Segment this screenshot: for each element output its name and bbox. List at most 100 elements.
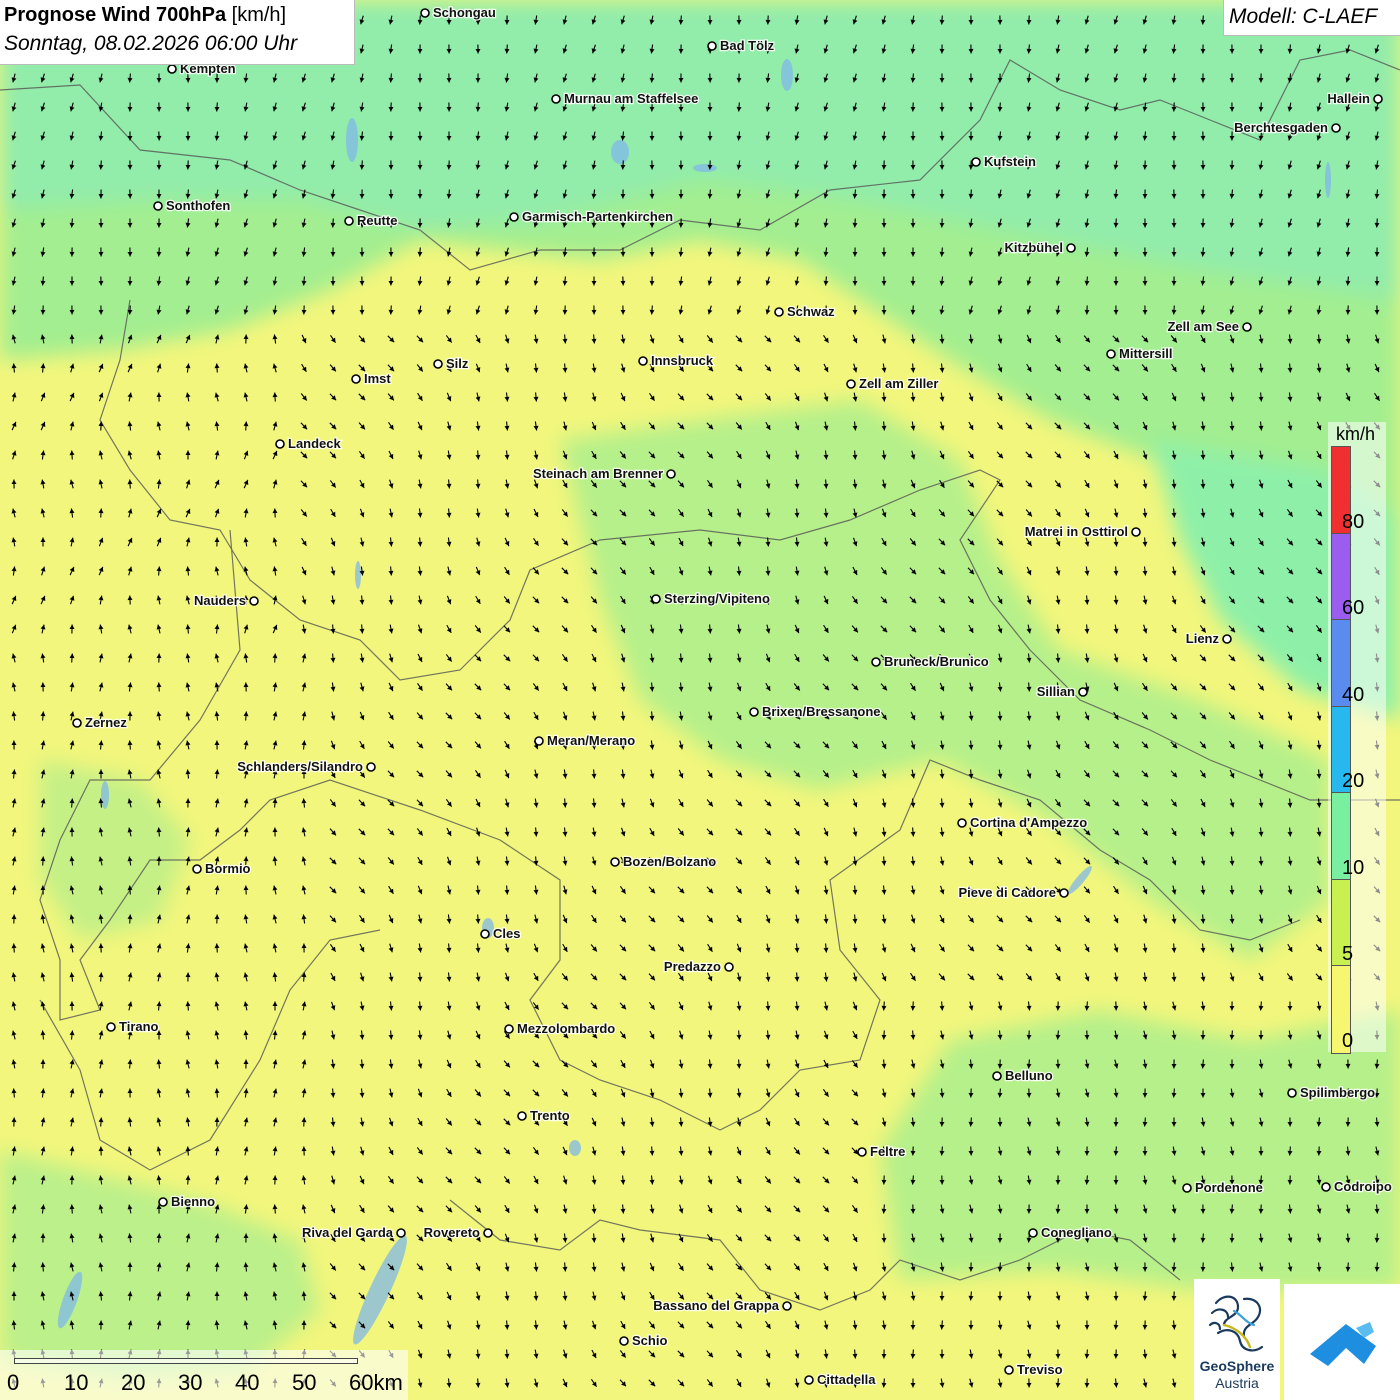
city-dot (1222, 634, 1232, 644)
city-label: Bozen/Bolzano (623, 854, 716, 869)
city-label: Landeck (288, 436, 342, 451)
city-dot (1182, 1183, 1192, 1193)
city-dot (396, 1228, 406, 1238)
city-marker: Innsbruck (638, 352, 715, 369)
city-label: Schio (632, 1333, 667, 1348)
city-label: Trento (530, 1108, 570, 1123)
city-dot (666, 469, 676, 479)
city-dot (1078, 687, 1088, 697)
city-marker: Zell am See (1166, 318, 1252, 335)
city-marker: Berchtesgaden (1233, 119, 1341, 136)
legend-tick-label: 20 (1342, 770, 1365, 792)
city-label: Innsbruck (651, 353, 714, 368)
city-label: Pordenone (1195, 1180, 1263, 1195)
geosphere-country: Austria (1215, 1375, 1259, 1391)
city-label: Mezzolombardo (517, 1021, 615, 1036)
app-logo[interactable] (1284, 1284, 1400, 1400)
city-label: Hallein (1327, 91, 1370, 106)
city-dot (1287, 1088, 1297, 1098)
city-dot (707, 41, 717, 51)
city-label: Mittersill (1119, 346, 1172, 361)
city-marker: Garmisch-Partenkirchen (509, 208, 674, 225)
city-dot (1242, 322, 1252, 332)
city-marker: Riva del Garda (301, 1224, 406, 1241)
city-marker: Sonthofen (153, 197, 232, 214)
city-label: Predazzo (664, 959, 721, 974)
city-label: Treviso (1017, 1362, 1063, 1377)
city-label: Nauders (194, 593, 246, 608)
city-label: Codroipo (1334, 1179, 1392, 1194)
city-dot (351, 374, 361, 384)
wind-speed-legend: km/h 80 60 40 20 10 5 0 (1328, 422, 1386, 1054)
app-wind-icon (1310, 1322, 1376, 1366)
geosphere-name: GeoSphere (1199, 1358, 1275, 1374)
wind-forecast-map: Schongau Bad Tölz Kempten Murnau am Staffel… (0, 0, 1400, 1400)
city-marker: Bruneck/Brunico (871, 653, 990, 670)
model-box: Modell: C-LAEF (1223, 0, 1400, 36)
city-dot (483, 1228, 493, 1238)
city-marker: Matrei in Osttirol (1023, 523, 1141, 540)
city-dot (504, 1024, 514, 1034)
city-dot (871, 657, 881, 667)
model-label: Modell: C-LAEF (1229, 5, 1378, 28)
city-dot (971, 157, 981, 167)
city-dot (1066, 243, 1076, 253)
city-marker: Brixen/Bressanone (749, 703, 882, 720)
city-label: Cittadella (817, 1372, 876, 1387)
city-label: Riva del Garda (302, 1225, 394, 1240)
city-label: Schongau (433, 5, 496, 20)
scale-bar (14, 1358, 358, 1364)
city-dot (1131, 527, 1141, 537)
city-marker: Schongau (420, 4, 497, 21)
legend-tick-label: 80 (1342, 510, 1365, 533)
city-label: Murnau am Staffelsee (564, 91, 698, 106)
city-label: Steinach am Brenner (533, 466, 663, 481)
city-dot (509, 212, 519, 222)
city-dot (651, 594, 661, 604)
legend-tick-label: 10 (1342, 856, 1365, 879)
city-marker: Steinach am Brenner (532, 465, 676, 482)
city-label: Zell am Ziller (859, 376, 938, 391)
city-dot (153, 201, 163, 211)
city-label: Conegliano (1041, 1225, 1112, 1240)
city-label: Matrei in Osttirol (1025, 524, 1128, 539)
city-dot (420, 8, 430, 18)
city-label: Lienz (1186, 631, 1220, 646)
city-dot (846, 379, 856, 389)
city-dot (1106, 349, 1116, 359)
map-canvas: SchongauBad TölzKemptenMurnau am Staffel… (0, 0, 1400, 1400)
city-label: Bormio (205, 861, 251, 876)
city-label: Imst (364, 371, 391, 386)
city-marker: Meran/Merano (534, 732, 636, 749)
city-dot (344, 216, 354, 226)
city-marker: Cortina d'Ampezzo (957, 814, 1089, 831)
city-label: Bad Tölz (720, 38, 775, 53)
city-label: Belluno (1005, 1068, 1053, 1083)
city-dot (1004, 1365, 1014, 1375)
city-dot (749, 707, 759, 717)
city-label: Feltre (870, 1144, 905, 1159)
city-dot (1373, 94, 1383, 104)
city-dot (1331, 123, 1341, 133)
city-label: Zernez (85, 715, 127, 730)
scale-tick-label: 0 (7, 1370, 20, 1395)
city-dot (158, 1197, 168, 1207)
city-label: Zell am See (1167, 319, 1239, 334)
city-label: Pieve di Cadore (958, 885, 1056, 900)
scale-tick-label: 40 (235, 1370, 260, 1395)
scale-bar-box: 0 10 20 30 40 50 60km (0, 1350, 408, 1400)
map-title: Prognose Wind 700hPa [km/h] (4, 4, 286, 27)
city-label: Cortina d'Ampezzo (970, 815, 1087, 830)
city-label: Garmisch-Partenkirchen (522, 209, 673, 224)
city-marker: Pordenone (1182, 1179, 1264, 1196)
scale-tick-label: 20 (121, 1370, 146, 1395)
city-dot (1028, 1228, 1038, 1238)
geosphere-logo[interactable]: GeoSphere Austria (1194, 1279, 1280, 1400)
city-label: Berchtesgaden (1234, 120, 1328, 135)
legend-unit: km/h (1336, 424, 1376, 444)
city-dot (992, 1071, 1002, 1081)
city-dot (957, 818, 967, 828)
map-title-main: Prognose Wind 700hPa (4, 4, 227, 26)
city-dot (534, 736, 544, 746)
city-marker: Pieve di Cadore (957, 884, 1069, 901)
